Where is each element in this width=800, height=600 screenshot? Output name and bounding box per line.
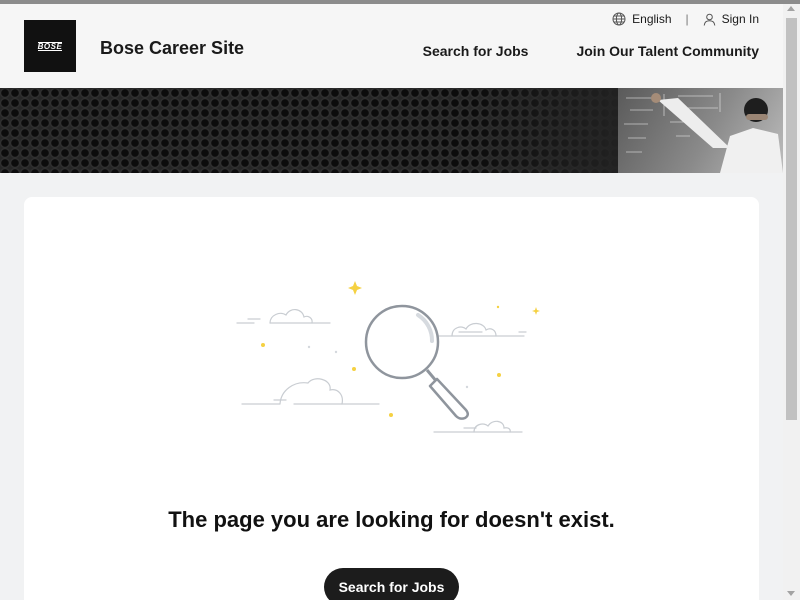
site-title: Bose Career Site <box>100 38 245 58</box>
utility-separator: | <box>685 12 689 26</box>
site-header: BOSE Bose Career Site English | Sign In … <box>0 4 783 88</box>
logo-text: BOSE <box>37 41 63 51</box>
language-selector[interactable]: English <box>612 12 672 26</box>
sign-in-label: Sign In <box>721 12 759 26</box>
bose-logo[interactable]: BOSE <box>24 20 76 72</box>
error-message: The page you are looking for doesn't exi… <box>168 507 615 532</box>
user-icon <box>703 13 716 26</box>
utility-nav: English | Sign In <box>612 12 759 26</box>
nav-search-jobs[interactable]: Search for Jobs <box>423 43 529 59</box>
hero-banner <box>0 88 783 173</box>
scroll-thumb[interactable] <box>786 18 797 420</box>
main-nav: Search for Jobs Join Our Talent Communit… <box>423 43 759 59</box>
search-jobs-button[interactable]: Search for Jobs <box>324 568 459 600</box>
nav-talent-community[interactable]: Join Our Talent Community <box>576 43 759 59</box>
scroll-down-arrow[interactable] <box>787 591 795 596</box>
magnifying-glass-illustration <box>236 281 540 433</box>
language-label: English <box>632 12 672 26</box>
hero-gradient <box>470 88 630 173</box>
hero-photo <box>618 88 783 173</box>
sign-in-link[interactable]: Sign In <box>703 12 759 26</box>
page-scrollbar[interactable] <box>783 4 800 600</box>
globe-icon <box>612 12 626 26</box>
error-card: The page you are looking for doesn't exi… <box>24 197 759 600</box>
scroll-up-arrow[interactable] <box>787 6 795 11</box>
